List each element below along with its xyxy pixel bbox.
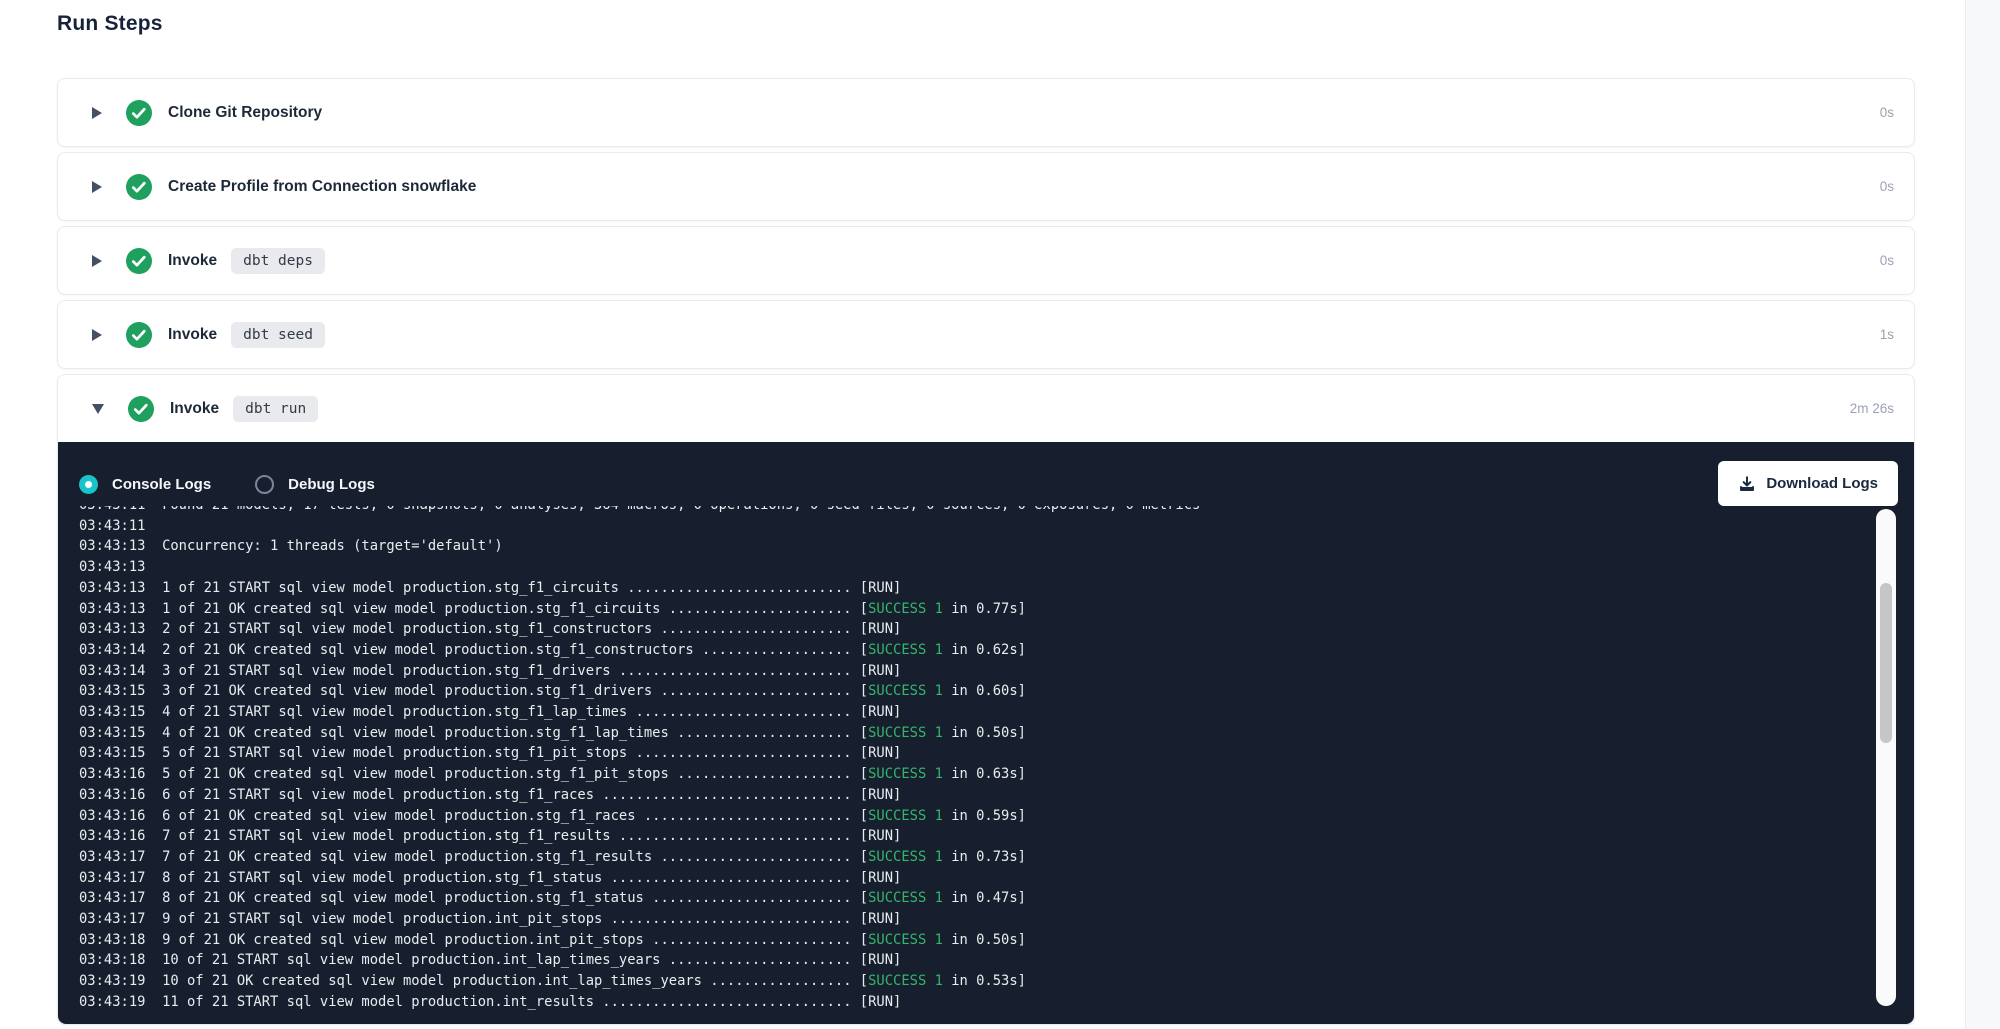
console-logs-label[interactable]: Console Logs (112, 476, 211, 493)
log-scrollbar[interactable] (1876, 509, 1896, 1006)
run-steps-list: Clone Git Repository 0s Create Profile f… (57, 78, 1915, 1029)
log-line: 03:43:16 6 of 21 START sql view model pr… (79, 785, 1868, 806)
download-logs-label: Download Logs (1766, 475, 1878, 492)
chevron-right-icon[interactable] (92, 255, 102, 267)
log-line: 03:43:13 1 of 21 OK created sql view mod… (79, 599, 1868, 620)
log-line: 03:43:13 1 of 21 START sql view model pr… (79, 578, 1868, 599)
log-panel: Console Logs Debug Logs Download Logs 03… (58, 442, 1914, 1024)
run-step-duration: 0s (1880, 253, 1894, 268)
success-check-icon (128, 396, 154, 422)
run-step-label: Clone Git Repository (168, 104, 322, 122)
run-step-card: Invoke dbt deps 0s (57, 226, 1915, 295)
console-logs-radio[interactable] (79, 475, 98, 494)
run-step-label: Create Profile from Connection snowflake (168, 178, 476, 196)
run-steps-page: Run Steps Clone Git Repository 0s (0, 0, 2000, 1029)
run-step-label: Invoke (170, 400, 219, 418)
log-line: 03:43:15 3 of 21 OK created sql view mod… (79, 681, 1868, 702)
run-step-header-create-profile[interactable]: Create Profile from Connection snowflake… (58, 153, 1914, 220)
log-line: 03:43:17 8 of 21 START sql view model pr… (79, 868, 1868, 889)
log-line: 03:43:11 (79, 516, 1868, 537)
console-log-output[interactable]: 03:43:11 Found 21 models, 17 tests, 0 sn… (79, 506, 1868, 1020)
run-step-card-expanded: Invoke dbt run 2m 26s Console Logs Debug… (57, 374, 1915, 1025)
log-line: 03:43:16 6 of 21 OK created sql view mod… (79, 806, 1868, 827)
log-line: 03:43:15 5 of 21 START sql view model pr… (79, 743, 1868, 764)
log-line: 03:43:19 10 of 21 OK created sql view mo… (79, 971, 1868, 992)
log-line: 03:43:13 Concurrency: 1 threads (target=… (79, 536, 1868, 557)
log-line: 03:43:19 11 of 21 START sql view model p… (79, 992, 1868, 1013)
run-step-duration: 0s (1880, 105, 1894, 120)
log-line: 03:43:18 10 of 21 START sql view model p… (79, 950, 1868, 971)
log-line: 03:43:14 3 of 21 START sql view model pr… (79, 661, 1868, 682)
run-step-header-dbt-deps[interactable]: Invoke dbt deps 0s (58, 227, 1914, 294)
run-step-card: Clone Git Repository 0s (57, 78, 1915, 147)
log-line: 03:43:16 5 of 21 OK created sql view mod… (79, 764, 1868, 785)
success-check-icon (126, 322, 152, 348)
debug-logs-label[interactable]: Debug Logs (288, 476, 375, 493)
log-line: 03:43:13 2 of 21 START sql view model pr… (79, 619, 1868, 640)
chevron-right-icon[interactable] (92, 107, 102, 119)
log-line: 03:43:17 9 of 21 START sql view model pr… (79, 909, 1868, 930)
run-step-header-clone-git[interactable]: Clone Git Repository 0s (58, 79, 1914, 146)
run-step-header-dbt-run[interactable]: Invoke dbt run 2m 26s (58, 375, 1914, 442)
log-line: 03:43:13 (79, 557, 1868, 578)
log-line: 03:43:18 9 of 21 OK created sql view mod… (79, 930, 1868, 951)
log-line: 03:43:16 7 of 21 START sql view model pr… (79, 826, 1868, 847)
chevron-down-icon[interactable] (92, 404, 104, 414)
chevron-right-icon[interactable] (92, 181, 102, 193)
log-scrollbar-thumb[interactable] (1880, 583, 1892, 743)
log-line: 03:43:15 4 of 21 OK created sql view mod… (79, 723, 1868, 744)
run-step-card: Create Profile from Connection snowflake… (57, 152, 1915, 221)
run-step-header-dbt-seed[interactable]: Invoke dbt seed 1s (58, 301, 1914, 368)
chevron-right-icon[interactable] (92, 329, 102, 341)
download-icon (1738, 475, 1756, 493)
run-step-command-badge: dbt run (233, 396, 318, 422)
log-type-selector: Console Logs Debug Logs (79, 475, 405, 494)
log-line: 03:43:17 7 of 21 OK created sql view mod… (79, 847, 1868, 868)
debug-logs-radio[interactable] (255, 475, 274, 494)
log-line: 03:43:17 8 of 21 OK created sql view mod… (79, 888, 1868, 909)
run-step-duration: 0s (1880, 179, 1894, 194)
run-step-command-badge: dbt seed (231, 322, 325, 348)
success-check-icon (126, 100, 152, 126)
page-title: Run Steps (57, 12, 163, 36)
success-check-icon (126, 174, 152, 200)
run-step-label: Invoke (168, 326, 217, 344)
success-check-icon (126, 248, 152, 274)
log-line: 03:43:14 2 of 21 OK created sql view mod… (79, 640, 1868, 661)
run-step-duration: 1s (1880, 327, 1894, 342)
download-logs-button[interactable]: Download Logs (1718, 461, 1898, 506)
run-step-card: Invoke dbt seed 1s (57, 300, 1915, 369)
log-line: 03:43:15 4 of 21 START sql view model pr… (79, 702, 1868, 723)
log-content: 03:43:11 Found 21 models, 17 tests, 0 sn… (79, 506, 1868, 1013)
run-step-duration: 2m 26s (1850, 401, 1894, 416)
log-line: 03:43:11 Found 21 models, 17 tests, 0 sn… (79, 506, 1868, 516)
page-gutter (1965, 0, 2000, 1029)
run-step-label: Invoke (168, 252, 217, 270)
run-step-command-badge: dbt deps (231, 248, 325, 274)
